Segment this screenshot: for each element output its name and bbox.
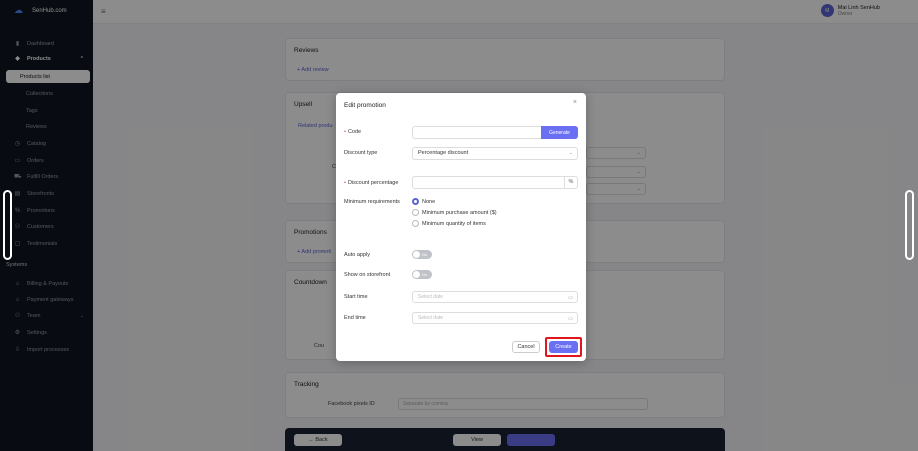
calendar-icon: ▭ <box>568 295 573 301</box>
radio-selected-icon <box>412 198 419 205</box>
toggle-knob <box>413 251 420 258</box>
discount-type-select[interactable]: Percentage discount ⌄ <box>412 147 578 160</box>
radio-label: None <box>422 198 436 205</box>
min-req-option-amount[interactable]: Minimum purchase amount ($) <box>412 209 497 216</box>
discount-percentage-input[interactable]: % <box>412 176 578 189</box>
radio-icon <box>412 209 419 216</box>
discount-type-label: Discount type <box>344 150 378 156</box>
radio-label: Minimum quantity of items <box>422 220 486 227</box>
min-req-label: Minimum requirements <box>344 199 400 205</box>
code-label: • Code <box>344 129 362 135</box>
scroll-indicator-right <box>905 190 914 260</box>
discount-type-value: Percentage discount <box>418 150 469 156</box>
toggle-state: No <box>422 252 428 257</box>
start-time-label: Start time <box>344 294 368 300</box>
close-icon[interactable]: × <box>573 99 577 106</box>
code-label-text: Code <box>347 129 362 135</box>
toggle-knob <box>413 271 420 278</box>
min-req-option-none[interactable]: None <box>412 198 435 205</box>
discount-percentage-label: • Discount percentage <box>344 180 399 186</box>
cancel-button[interactable]: Cancel <box>512 341 540 353</box>
auto-apply-label: Auto apply <box>344 252 370 258</box>
radio-label: Minimum purchase amount ($) <box>422 209 497 216</box>
edit-promotion-modal: Edit promotion × • Code Generate Discount… <box>336 93 586 361</box>
auto-apply-toggle[interactable]: No <box>412 250 432 259</box>
start-time-input[interactable]: Select date ▭ <box>412 291 578 303</box>
toggle-state: No <box>422 272 428 277</box>
discount-percentage-label-text: Discount percentage <box>347 180 399 186</box>
percent-suffix: % <box>564 177 577 188</box>
end-time-input[interactable]: Select date ▭ <box>412 312 578 324</box>
min-req-option-quantity[interactable]: Minimum quantity of items <box>412 220 486 227</box>
create-button-highlight: Create <box>545 337 582 357</box>
show-on-storefront-label: Show on storefront <box>344 272 391 278</box>
chevron-down-icon: ⌄ <box>568 150 573 156</box>
scroll-indicator-left <box>3 190 12 260</box>
show-on-storefront-toggle[interactable]: No <box>412 270 432 279</box>
generate-button[interactable]: Generate <box>541 126 578 139</box>
end-time-label: End time <box>344 315 366 321</box>
code-input[interactable] <box>412 126 543 139</box>
create-button[interactable]: Create <box>549 341 578 353</box>
radio-icon <box>412 220 419 227</box>
end-time-placeholder: Select date <box>418 315 444 321</box>
start-time-placeholder: Select date <box>418 294 444 300</box>
modal-title: Edit promotion <box>344 102 386 109</box>
calendar-icon: ▭ <box>568 316 573 322</box>
